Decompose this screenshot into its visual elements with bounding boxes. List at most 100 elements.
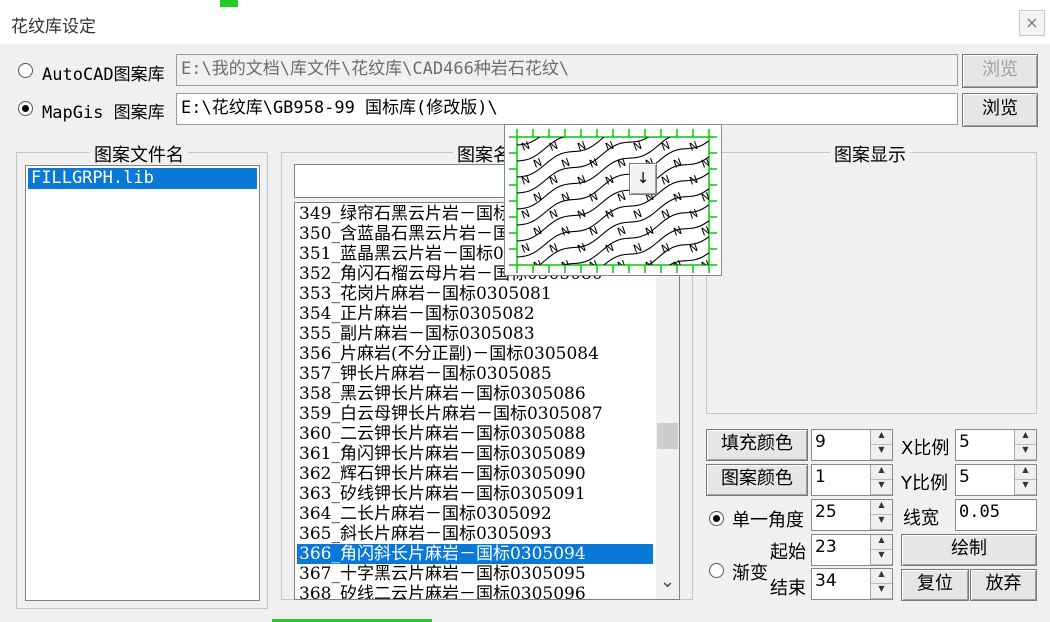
spin-up-icon[interactable]: ▲ [871, 500, 892, 515]
mapgis-radio[interactable] [18, 101, 33, 116]
pattern-list-item[interactable]: 353_花岗片麻岩－国标0305081 [297, 284, 653, 304]
autocad-label: AutoCAD图案库 [42, 65, 165, 85]
line-width-field[interactable]: 0.05 [955, 499, 1037, 531]
spin-down-icon[interactable]: ▼ [1015, 480, 1036, 495]
preview-dropdown-button[interactable]: ↓ [629, 163, 657, 195]
preview-pattern-mark: N [560, 224, 572, 239]
pattern-list-item[interactable]: 362_辉石钾长片麻岩－国标0305090 [297, 464, 653, 484]
file-list-item[interactable]: FILLGRPH.lib [28, 168, 257, 189]
y-scale-stepper[interactable]: 5 ▲ ▼ [955, 464, 1037, 496]
spin-down-icon[interactable]: ▼ [871, 480, 892, 495]
preview-pattern-mark: N [660, 139, 672, 154]
autocad-radio[interactable] [18, 63, 33, 78]
pattern-list-item[interactable]: 364_二长片麻岩－国标0305092 [297, 504, 653, 524]
pattern-list-item[interactable]: 356_片麻岩(不分正副)－国标0305084 [297, 344, 653, 364]
preview-pattern-mark: N [532, 190, 544, 205]
start-stepper[interactable]: 23 ▲ ▼ [811, 534, 893, 566]
preview-pattern-mark: N [576, 241, 588, 256]
preview-pattern-mark: N [576, 207, 588, 222]
spin-up-icon[interactable]: ▲ [1015, 430, 1036, 445]
pattern-list-item[interactable]: 368_矽线二云片麻岩－国标0305096 [297, 584, 653, 599]
preview-pattern-mark: N [660, 241, 672, 256]
preview-pattern-mark: N [700, 190, 712, 205]
spin-up-icon[interactable]: ▲ [1015, 465, 1036, 480]
preview-pattern-mark: N [604, 173, 616, 188]
preview-pattern-mark: N [588, 224, 600, 239]
spin-up-icon[interactable]: ▲ [871, 430, 892, 445]
pattern-color-button[interactable]: 图案颜色 [706, 464, 808, 496]
mapgis-label: MapGis 图案库 [42, 103, 165, 123]
pattern-list-item[interactable]: 360_二云钾长片麻岩－国标0305088 [297, 424, 653, 444]
preview-pattern-mark: N [632, 207, 644, 222]
spin-up-icon[interactable]: ▲ [871, 569, 892, 584]
pattern-list-item[interactable]: 363_矽线钾长片麻岩－国标0305091 [297, 484, 653, 504]
display-group [706, 152, 1037, 414]
preview-pattern-mark: N [560, 156, 572, 171]
draw-button[interactable]: 绘制 [901, 534, 1037, 566]
green-marker-top [220, 0, 238, 7]
pattern-preview-canvas: N N N N N N NN N N N N NN N N N N NN N N N N N NN N N N N N NN N N N N N N… [509, 125, 717, 273]
preview-pattern-mark: N [548, 173, 560, 188]
preview-pattern-mark: N [616, 190, 628, 205]
spin-down-icon[interactable]: ▼ [871, 515, 892, 530]
pattern-list-item[interactable]: 359_白云母钾长片麻岩－国标0305087 [297, 404, 653, 424]
preview-pattern-mark: N [672, 190, 684, 205]
close-icon[interactable]: × [1019, 10, 1045, 36]
single-angle-value: 25 [815, 502, 837, 522]
file-group-title: 图案文件名 [90, 141, 188, 167]
pattern-preview-popup: NNNNNNNNNNNNNNNNNNNNNNNNNNNNNNNNNNNNNNNN… [504, 124, 722, 276]
gradient-radio[interactable] [709, 563, 724, 578]
preview-pattern-mark: N [660, 173, 672, 188]
preview-pattern-mark: N [688, 139, 700, 154]
end-stepper[interactable]: 34 ▲ ▼ [811, 568, 893, 600]
line-width-label: 线宽 [903, 508, 939, 529]
preview-pattern-mark: N [548, 207, 560, 222]
pattern-list-item[interactable]: 355_副片麻岩－国标0305083 [297, 324, 653, 344]
single-angle-label: 单一角度 [732, 510, 804, 531]
pattern-color-value: 1 [815, 467, 826, 487]
preview-pattern-mark: N [616, 224, 628, 239]
pattern-list-item[interactable]: 365_斜长片麻岩－国标0305093 [297, 524, 653, 544]
preview-pattern-mark: N [700, 224, 712, 239]
mapgis-path-field[interactable]: E:\花纹库\GB958-99 国标库(修改版)\ [176, 93, 958, 125]
pattern-list-item[interactable]: 354_正片麻岩－国标0305082 [297, 304, 653, 324]
preview-hatch-line [517, 125, 709, 129]
spin-down-icon[interactable]: ▼ [871, 584, 892, 599]
scrollbar-thumb[interactable] [657, 423, 678, 449]
spin-down-icon[interactable]: ▼ [1015, 445, 1036, 460]
pattern-list-item[interactable]: 358_黑云钾长片麻岩－国标0305086 [297, 384, 653, 404]
discard-button[interactable]: 放弃 [970, 569, 1037, 601]
autocad-browse-button[interactable]: 浏览 [962, 54, 1038, 88]
x-scale-stepper[interactable]: 5 ▲ ▼ [955, 429, 1037, 461]
x-scale-label: X比例 [901, 438, 950, 459]
pattern-list-item[interactable]: 366_角闪斜长片麻岩－国标0305094 [297, 544, 653, 564]
pattern-color-stepper[interactable]: 1 ▲ ▼ [811, 464, 893, 496]
fill-color-button[interactable]: 填充颜色 [706, 429, 808, 461]
preview-pattern-mark: N [672, 224, 684, 239]
end-label: 结束 [770, 578, 806, 599]
chevron-down-icon[interactable]: ⌄ [656, 573, 679, 597]
spin-up-icon[interactable]: ▲ [871, 465, 892, 480]
end-value: 34 [815, 571, 837, 591]
single-angle-stepper[interactable]: 25 ▲ ▼ [811, 499, 893, 531]
autocad-path-field[interactable]: E:\我的文档\库文件\花纹库\CAD466种岩石花纹\ [176, 54, 958, 86]
start-label: 起始 [770, 542, 806, 563]
preview-pattern-mark: N [672, 156, 684, 171]
fill-color-value: 9 [815, 432, 826, 452]
display-group-title: 图案显示 [830, 141, 910, 167]
preview-pattern-mark: N [632, 139, 644, 154]
spin-up-icon[interactable]: ▲ [871, 535, 892, 550]
spin-down-icon[interactable]: ▼ [871, 445, 892, 460]
pattern-list-item[interactable]: 357_钾长片麻岩－国标0305085 [297, 364, 653, 384]
pattern-list-item[interactable]: 361_角闪钾长片麻岩－国标0305089 [297, 444, 653, 464]
pattern-list-item[interactable]: 367_十字黑云片麻岩－国标0305095 [297, 564, 653, 584]
single-angle-radio[interactable] [709, 511, 724, 526]
title-bar [0, 0, 1050, 44]
preview-pattern-mark: N [688, 173, 700, 188]
file-list[interactable]: FILLGRPH.lib [25, 165, 260, 601]
preview-pattern-mark: N [604, 241, 616, 256]
reset-button[interactable]: 复位 [901, 569, 969, 601]
fill-color-stepper[interactable]: 9 ▲ ▼ [811, 429, 893, 461]
spin-down-icon[interactable]: ▼ [871, 550, 892, 565]
mapgis-browse-button[interactable]: 浏览 [962, 93, 1038, 127]
